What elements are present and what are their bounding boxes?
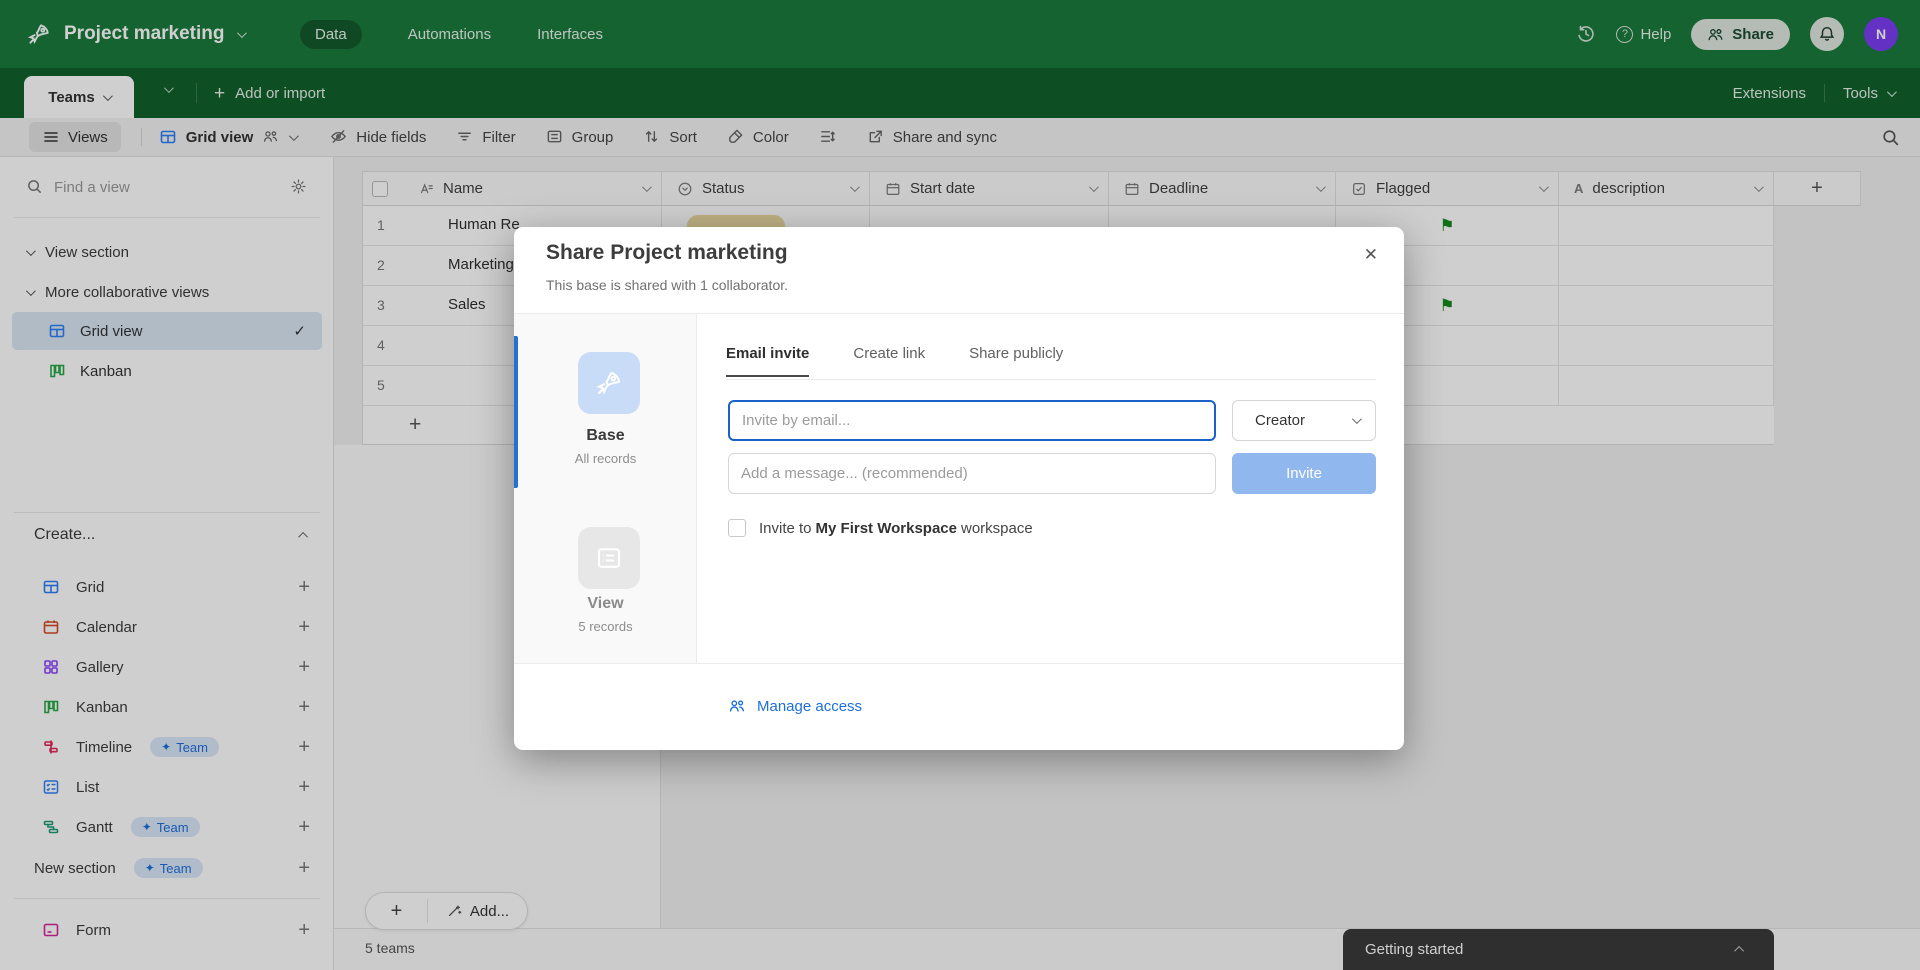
divider <box>726 379 1376 380</box>
close-icon[interactable]: ✕ <box>1364 245 1378 265</box>
invite-button[interactable]: Invite <box>1232 453 1376 494</box>
chevron-down-icon <box>1351 414 1362 425</box>
modal-title: Share Project marketing <box>546 241 788 264</box>
workspace-invite-label: Invite to My First Workspace workspace <box>759 519 1033 537</box>
view-scope-label[interactable]: View <box>514 595 697 613</box>
base-scope-label[interactable]: Base <box>514 427 697 445</box>
view-scope-sublabel: 5 records <box>578 619 633 634</box>
modal-subtitle: This base is shared with 1 collaborator. <box>546 277 789 293</box>
invite-email-input[interactable] <box>728 400 1216 441</box>
tab-create-link[interactable]: Create link <box>853 345 925 377</box>
tab-email-invite[interactable]: Email invite <box>726 345 810 377</box>
people-icon <box>728 697 746 715</box>
share-modal: Share Project marketing This base is sha… <box>514 227 1404 750</box>
manage-access-label: Manage access <box>757 697 863 715</box>
invite-message-input[interactable] <box>728 453 1216 494</box>
workspace-invite-row: Invite to My First Workspace workspace <box>728 519 1033 537</box>
share-modal-tabs: Email invite Create link Share publicly <box>726 345 1063 377</box>
divider <box>514 663 1404 664</box>
view-scope-icon[interactable] <box>578 527 640 589</box>
tab-share-publicly[interactable]: Share publicly <box>969 345 1063 377</box>
permission-value: Creator <box>1255 412 1306 429</box>
permission-select[interactable]: Creator <box>1232 400 1376 441</box>
base-scope-sublabel: All records <box>574 451 637 466</box>
manage-access-link[interactable]: Manage access <box>728 697 862 715</box>
base-scope-icon[interactable] <box>578 352 640 414</box>
workspace-invite-checkbox[interactable] <box>728 519 746 537</box>
